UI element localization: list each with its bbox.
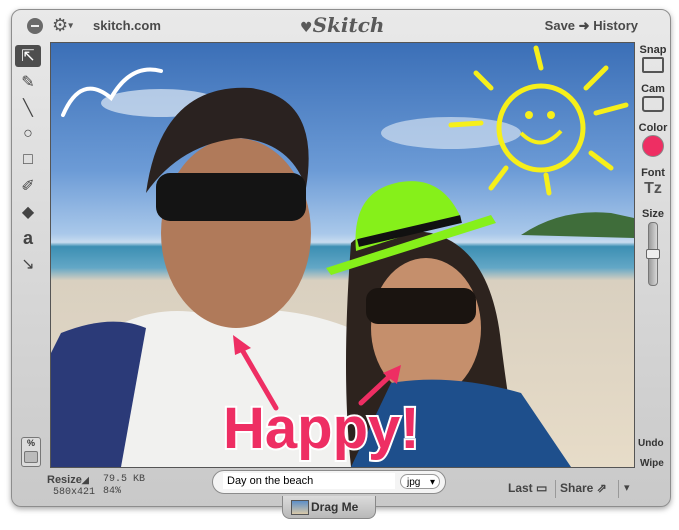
- line-tool[interactable]: ╲: [15, 97, 41, 119]
- app-logo: ♥Skitch: [300, 13, 384, 37]
- man-head: [161, 138, 311, 328]
- gear-menu[interactable]: ⚙▾: [52, 15, 73, 36]
- cam-label: Cam: [641, 83, 665, 95]
- pencil-tool-icon: ✎: [21, 74, 35, 91]
- size-slider-thumb[interactable]: [646, 249, 660, 259]
- arrow-tool[interactable]: ↘: [15, 253, 41, 275]
- text-tool-icon: a: [22, 227, 33, 248]
- ellipse-tool[interactable]: ○: [15, 123, 41, 145]
- happy-annotation: Happy!: [223, 396, 420, 461]
- size-label: Size: [641, 208, 664, 220]
- close-icon[interactable]: [27, 18, 43, 34]
- arrow-tool-icon: ↘: [21, 256, 35, 273]
- speech-bubble-icon: ▭: [536, 481, 548, 495]
- filename-bar: jpg: [212, 470, 446, 494]
- last-button[interactable]: Last ▭: [508, 481, 547, 495]
- camera-icon: [642, 96, 664, 112]
- last-label: Last: [508, 481, 533, 495]
- select-move-tool-icon: ⇱: [21, 48, 35, 65]
- save-history: Save ➜ History: [545, 18, 638, 34]
- skitch-window: ⚙▾ skitch.com ♥Skitch Save ➜ History ⇱ ✎…: [11, 9, 671, 519]
- gear-icon: ⚙: [52, 15, 69, 35]
- cam-button[interactable]: Cam: [636, 83, 670, 112]
- ellipse-tool-icon: ○: [23, 125, 33, 142]
- size-slider[interactable]: [646, 222, 660, 286]
- color-button[interactable]: Color: [636, 122, 670, 157]
- file-info: 79.5 KB 84%: [103, 474, 145, 498]
- island: [521, 212, 634, 238]
- format-value: jpg: [407, 477, 421, 488]
- eraser-tool-icon: ◆: [21, 204, 35, 221]
- filename-input[interactable]: [223, 473, 395, 489]
- resize-label: Resize: [47, 474, 82, 486]
- left-toolbar: ⇱ ✎ ╲ ○ □ ✐ ◆ a ↘: [14, 45, 44, 279]
- line-tool-icon: ╲: [23, 100, 33, 117]
- rectangle-tool-icon: □: [23, 151, 33, 168]
- image-dimensions: 580x421: [53, 487, 96, 498]
- man-sunglasses: [156, 173, 306, 221]
- snap-label: Snap: [639, 44, 667, 56]
- canvas-artwork: Happy!: [51, 45, 634, 467]
- highlighter-tool-icon: ✐: [21, 178, 35, 195]
- app-logo-text: Skitch: [312, 13, 385, 37]
- drag-me-handle[interactable]: Drag Me: [282, 496, 376, 519]
- site-link[interactable]: skitch.com: [93, 18, 161, 33]
- save-button[interactable]: Save: [545, 18, 575, 33]
- screen-icon: [642, 57, 664, 73]
- share-dropdown[interactable]: ▾: [624, 481, 630, 494]
- arrow-right-icon: ➜: [578, 18, 590, 33]
- share-label: Share: [560, 481, 594, 495]
- select-move-tool[interactable]: ⇱: [15, 45, 41, 67]
- undo-button[interactable]: Undo: [638, 438, 664, 449]
- color-label: Color: [638, 122, 668, 134]
- divider: [555, 480, 556, 498]
- zoom-toggle[interactable]: %: [21, 437, 41, 467]
- resize-corner-icon: ◢: [81, 475, 89, 485]
- highlighter-tool[interactable]: ✐: [15, 175, 41, 197]
- history-button[interactable]: History: [593, 18, 638, 33]
- resize-button[interactable]: Resize◢: [47, 474, 89, 486]
- bottom-bar: Resize◢ 580x421 79.5 KB 84% jpg Drag Me …: [12, 468, 670, 519]
- titlebar: ⚙▾ skitch.com ♥Skitch Save ➜ History: [12, 10, 670, 41]
- font-icon: Tz: [644, 180, 662, 197]
- zoom-label: %: [26, 438, 35, 448]
- text-tool[interactable]: a: [15, 227, 41, 249]
- rectangle-tool[interactable]: □: [15, 149, 41, 171]
- quality-percent: 84%: [103, 486, 122, 497]
- divider: [618, 480, 619, 498]
- share-arrow-icon: ⇗: [596, 481, 607, 495]
- image-canvas[interactable]: Happy!: [50, 42, 635, 468]
- format-select[interactable]: jpg: [400, 474, 440, 490]
- zoom-knob-icon: [24, 451, 38, 463]
- drag-me-label: Drag Me: [311, 500, 359, 514]
- heart-icon: ♥: [300, 20, 313, 36]
- share-button[interactable]: Share ⇗: [560, 481, 607, 495]
- chevron-down-icon: ▾: [68, 20, 74, 32]
- woman-sunglasses: [366, 288, 476, 324]
- right-toolbar: Snap Cam Color Font Tz Size: [636, 44, 670, 288]
- image-thumbnail-icon: [291, 500, 309, 515]
- eraser-tool[interactable]: ◆: [15, 201, 41, 223]
- font-button[interactable]: Font Tz: [636, 167, 670, 198]
- color-swatch: [642, 135, 664, 157]
- font-label: Font: [641, 167, 665, 179]
- file-size: 79.5 KB: [103, 474, 146, 485]
- snap-button[interactable]: Snap: [636, 44, 670, 73]
- pencil-tool[interactable]: ✎: [15, 71, 41, 93]
